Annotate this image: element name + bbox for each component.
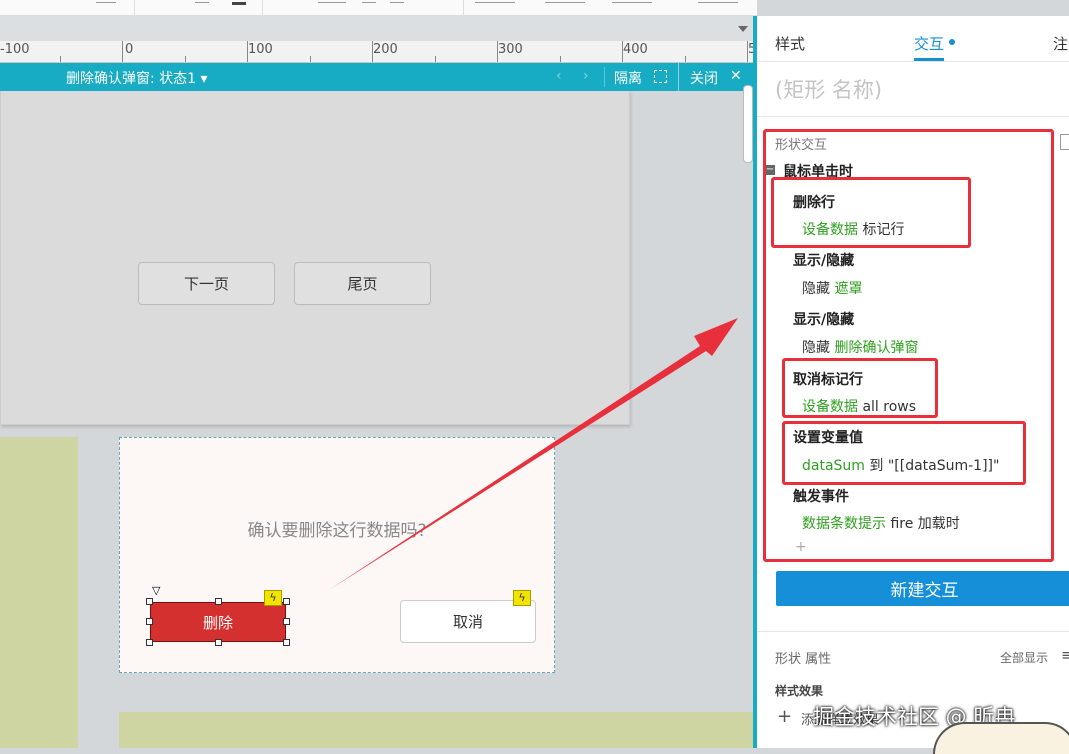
highlight-box — [771, 177, 971, 248]
expand-icon[interactable] — [1060, 134, 1069, 150]
new-interaction-button[interactable]: 新建交互 — [776, 571, 1069, 606]
inspector-panel: 样式 交互 注 (矩形 名称) 形状交互 − 鼠标单击时 删除行 设备数据 标记… — [753, 16, 1069, 754]
menu-icon[interactable]: ≡ — [1061, 646, 1069, 664]
highlight-box — [782, 421, 1026, 485]
divider — [757, 631, 1069, 632]
tab-interaction[interactable]: 交互 — [914, 33, 944, 54]
tab-notes[interactable]: 注 — [1053, 33, 1068, 54]
tab-style[interactable]: 样式 — [775, 33, 805, 54]
divider — [757, 61, 1069, 62]
shape-props-title: 形状 属性 — [775, 652, 832, 667]
active-dot-icon — [949, 39, 955, 45]
mascot-image — [933, 722, 1069, 754]
highlight-box — [782, 358, 938, 418]
style-effects-title: 样式效果 — [775, 684, 824, 698]
shape-name-field[interactable]: (矩形 名称) — [775, 74, 882, 104]
add-style-icon[interactable]: + — [777, 706, 792, 727]
divider — [757, 116, 1069, 117]
annotation-arrow — [329, 318, 738, 590]
red-arrow-icon — [329, 318, 738, 590]
show-all-link[interactable]: 全部显示 — [1000, 649, 1048, 666]
